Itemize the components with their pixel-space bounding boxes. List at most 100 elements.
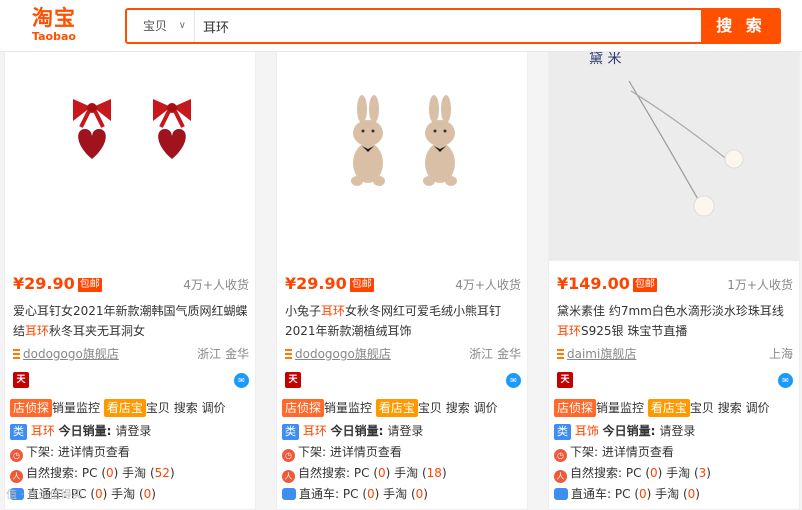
tmall-icon[interactable]: 天: [13, 372, 29, 388]
icons-row: 天 ✉: [557, 372, 793, 390]
price-row: ¥29.90 包邮 4万+人收货: [285, 274, 521, 294]
natural-search-label: 自然搜索:: [570, 466, 623, 480]
title-text-rest: S925银 珠宝节直播: [581, 324, 688, 338]
title-text: 黛米素佳 约7mm白色水滴形淡水珍珠耳线: [557, 304, 784, 318]
product-title[interactable]: 黛米素佳 约7mm白色水滴形淡水珍珠耳线耳环S925银 珠宝节直播: [557, 301, 793, 341]
pc-count: 0: [639, 487, 647, 501]
mobile-count: 18: [426, 466, 442, 480]
mobile-count: 0: [687, 487, 696, 501]
today-sales-label: 今日销量:: [330, 424, 384, 438]
pc-count: 0: [650, 466, 658, 480]
shop-icon: [557, 349, 564, 359]
tool-item[interactable]: 宝贝: [690, 401, 714, 415]
today-sales-login[interactable]: 请登录: [387, 424, 423, 438]
tool-dian-zhen-tan[interactable]: 店侦探: [282, 399, 325, 417]
search-button[interactable]: 搜 索: [701, 8, 781, 44]
tool-item[interactable]: 宝贝: [146, 401, 170, 415]
car-icon: [554, 488, 568, 500]
today-sales-login[interactable]: 请登录: [659, 424, 695, 438]
tool-price-adjust[interactable]: 调价: [746, 401, 770, 415]
shop-icon: [285, 349, 292, 359]
tmall-icon[interactable]: 天: [285, 372, 301, 388]
category-select[interactable]: 宝贝 ∨: [127, 10, 195, 42]
tool-dian-zhen-tan[interactable]: 店侦探: [10, 399, 53, 417]
category-name[interactable]: 耳环: [303, 424, 327, 438]
mobile-count: 52: [154, 466, 170, 480]
sales-count: 4万+人收货: [183, 278, 249, 292]
tools-row: 店侦探 销量监控 看店宝 宝贝 搜索 调价: [554, 399, 794, 417]
pc-label: PC: [614, 487, 631, 501]
pc-label: PC: [353, 466, 370, 480]
earring-right: [153, 99, 191, 159]
listing-row: ◷ 下架: 进详情页查看: [10, 443, 250, 462]
category-row: 类 耳环 今日销量: 请登录: [282, 422, 522, 440]
category-name[interactable]: 耳饰: [575, 424, 599, 438]
listing-link[interactable]: 进详情页查看: [602, 445, 674, 459]
tool-sales-monitor[interactable]: 销量监控: [596, 401, 644, 415]
product-card[interactable]: 黛 米 ¥149.00 包邮 1万+人收货 黛米素佳 约7mm白色水滴形淡水珍珠耳…: [548, 40, 800, 510]
taobao-logo[interactable]: 淘宝 Taobao: [24, 6, 84, 46]
pc-count: 0: [95, 487, 103, 501]
wangwang-chat-icon[interactable]: ✉: [778, 373, 793, 388]
natural-search-row: 人自然搜索: PC (0) 手淘 (52): [10, 464, 250, 483]
tool-search[interactable]: 搜索: [446, 401, 470, 415]
shop-link[interactable]: dodogogo旗舰店: [295, 347, 391, 361]
product-image[interactable]: [5, 41, 255, 261]
tool-sales-monitor[interactable]: 销量监控: [324, 401, 372, 415]
shop-row: dodogogo旗舰店 浙江 金华: [285, 345, 521, 363]
search-input[interactable]: [197, 12, 697, 40]
category-row: 类 耳环 今日销量: 请登录: [10, 422, 250, 440]
mobile-count: 0: [143, 487, 152, 501]
natural-search-row: 人自然搜索: PC (0) 手淘 (3): [554, 464, 794, 483]
today-sales-login[interactable]: 请登录: [115, 424, 151, 438]
search-bar: 宝贝 ∨ 搜 索: [125, 8, 781, 44]
product-card[interactable]: ¥29.90 包邮 4万+人收货 爱心耳钉女2021年新款潮韩国气质网红蝴蝶结耳环…: [4, 40, 256, 510]
category-badge: 类: [554, 424, 571, 440]
title-text-rest: 秋冬耳夹无耳洞女: [49, 324, 146, 338]
shop-link[interactable]: dodogogo旗舰店: [23, 347, 119, 361]
listing-row: ◷ 下架: 进详情页查看: [282, 443, 522, 462]
tool-item[interactable]: 宝贝: [418, 401, 442, 415]
category-badge: 类: [10, 424, 27, 440]
tool-search[interactable]: 搜索: [174, 401, 198, 415]
wangwang-chat-icon[interactable]: ✉: [506, 373, 521, 388]
product-title[interactable]: 爱心耳钉女2021年新款潮韩国气质网红蝴蝶结耳环秋冬耳夹无耳洞女: [13, 301, 249, 341]
listing-link[interactable]: 进详情页查看: [330, 445, 402, 459]
mobile-count: 3: [698, 466, 707, 480]
mobile-count: 0: [415, 487, 424, 501]
pc-label: PC: [81, 466, 98, 480]
person-icon: 人: [554, 470, 567, 483]
shop-link[interactable]: daimi旗舰店: [567, 347, 636, 361]
earring-left: [73, 99, 111, 159]
title-highlight: 耳环: [321, 304, 346, 318]
category-name[interactable]: 耳环: [31, 424, 55, 438]
tool-kan-dian-bao[interactable]: 看店宝: [103, 399, 146, 417]
mobile-label: 手淘: [394, 466, 419, 480]
tool-price-adjust[interactable]: 调价: [474, 401, 498, 415]
product-image[interactable]: [277, 41, 527, 261]
price: ¥29.90: [285, 274, 347, 293]
clock-icon: ◷: [10, 449, 23, 462]
tool-sales-monitor[interactable]: 销量监控: [52, 401, 100, 415]
tool-kan-dian-bao[interactable]: 看店宝: [647, 399, 690, 417]
listing-label: 下架:: [570, 445, 599, 459]
mobile-label: 手淘: [666, 466, 691, 480]
sales-count: 4万+人收货: [455, 278, 521, 292]
clock-icon: ◷: [554, 449, 567, 462]
tool-kan-dian-bao[interactable]: 看店宝: [375, 399, 418, 417]
bunny-left: [351, 95, 385, 186]
product-title[interactable]: 小兔子耳环女秋冬网红可爱毛绒小熊耳钉2021年新款潮植绒耳饰: [285, 301, 521, 341]
product-card[interactable]: ¥29.90 包邮 4万+人收货 小兔子耳环女秋冬网红可爱毛绒小熊耳钉2021年新…: [276, 40, 528, 510]
bunny-right: [423, 95, 457, 186]
natural-search-row: 人自然搜索: PC (0) 手淘 (18): [282, 464, 522, 483]
tool-dian-zhen-tan[interactable]: 店侦探: [554, 399, 597, 417]
wangwang-chat-icon[interactable]: ✉: [234, 373, 249, 388]
product-image[interactable]: 黛 米: [549, 41, 799, 261]
logo-text-cn: 淘宝: [32, 6, 76, 30]
tool-price-adjust[interactable]: 调价: [202, 401, 226, 415]
listing-link[interactable]: 进详情页查看: [58, 445, 130, 459]
tmall-icon[interactable]: 天: [557, 372, 573, 388]
icons-row: 天 ✉: [13, 372, 249, 390]
tool-search[interactable]: 搜索: [718, 401, 742, 415]
location: 上海: [768, 347, 793, 361]
